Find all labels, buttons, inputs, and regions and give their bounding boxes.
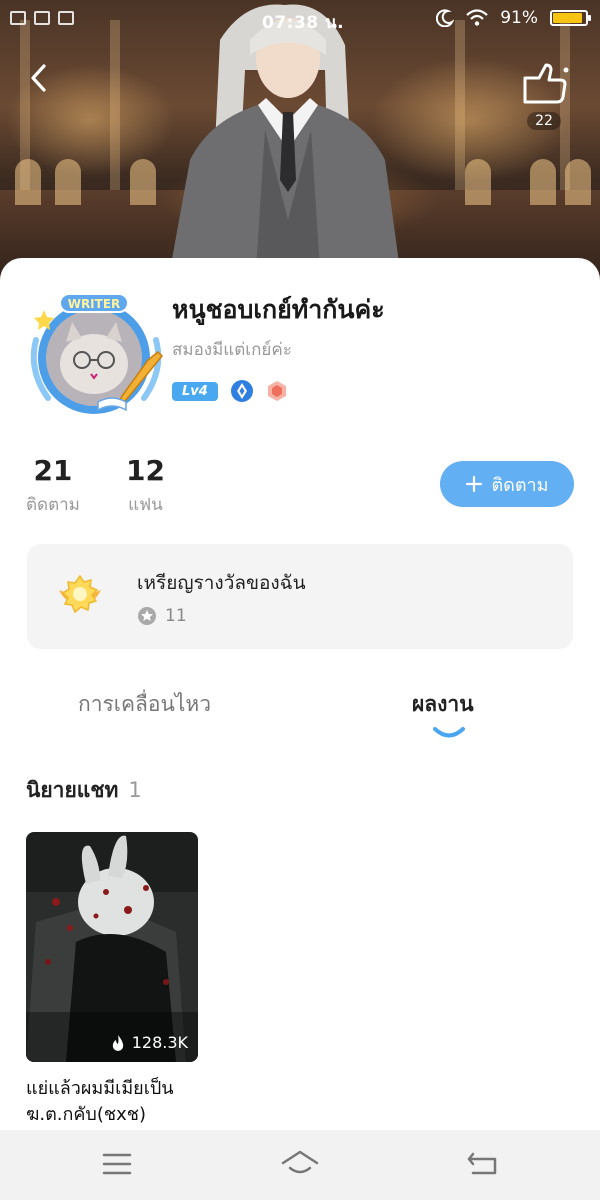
battery-percent: 91%: [500, 8, 538, 28]
fans-label: แฟน: [128, 495, 163, 515]
status-bar: 07:38 น. 91%: [0, 0, 600, 40]
medals-count-row: 11: [137, 606, 187, 626]
home-icon[interactable]: [280, 1146, 320, 1182]
following-stat[interactable]: 21 ติดตาม: [26, 454, 80, 518]
gem-badge-icon[interactable]: [266, 380, 288, 402]
avatar-writer-badge: WRITER: [68, 297, 121, 311]
avatar[interactable]: WRITER: [28, 290, 164, 420]
follow-button-label: ติดตาม: [491, 474, 549, 496]
back-arrow-icon: [31, 64, 46, 92]
profile-name: หนูชอบเกย์ทำกันค่ะ: [172, 295, 385, 324]
novel-views-count: 128.3K: [131, 1033, 188, 1052]
back-icon[interactable]: [463, 1146, 503, 1182]
lock-icon: [58, 11, 74, 25]
banner-character-illustration: [170, 4, 400, 270]
medals-count: 11: [165, 606, 187, 626]
wifi-icon: [466, 9, 488, 26]
medal-icon: [59, 574, 101, 614]
moon-icon: [436, 9, 455, 27]
tab-works[interactable]: ผลงาน: [412, 688, 474, 721]
battery-icon: [550, 10, 591, 26]
diamond-badge-icon[interactable]: [230, 379, 254, 403]
profile-banner: 07:38 น. 91% 22: [0, 0, 600, 300]
profile-card: WRITER หนูชอบเกย์ทำกันค่ะ สมองมีแต่เกย์ค…: [0, 258, 600, 1138]
status-time: 07:38 น.: [262, 13, 345, 33]
medals-title: เหรียญรางวัลของฉัน: [137, 572, 306, 594]
active-tab-indicator: [433, 727, 465, 738]
fans-stat[interactable]: 12 แฟน: [126, 454, 165, 518]
follow-button[interactable]: ติดตาม: [440, 461, 574, 507]
section-title: นิยายแชท: [26, 778, 119, 802]
fans-count: 12: [126, 454, 165, 487]
following-count: 21: [33, 454, 73, 487]
mail-icon: [34, 11, 50, 25]
system-navigation-bar: [0, 1130, 600, 1200]
medals-panel[interactable]: เหรียญรางวัลของฉัน 11: [27, 544, 573, 649]
novel-title[interactable]: แย่แล้วผมมีเมียเป็นฆ.ต.กคับ(ชxช): [26, 1076, 276, 1128]
section-count: 1: [128, 778, 142, 802]
level-badge[interactable]: Lv4: [172, 381, 218, 401]
profile-tabs: การเคลื่อนไหว ผลงาน: [0, 688, 600, 748]
menu-icon[interactable]: [97, 1146, 137, 1182]
novel-views: 128.3K: [110, 1033, 188, 1052]
section-header: นิยายแชท 1: [26, 774, 142, 807]
like-hand-icon: [523, 63, 569, 104]
status-right-icons: 91%: [436, 8, 591, 28]
profile-badges: Lv4: [172, 379, 288, 403]
novel-cover[interactable]: 128.3K: [26, 832, 198, 1062]
following-label: ติดตาม: [26, 495, 80, 515]
tab-activity[interactable]: การเคลื่อนไหว: [78, 688, 211, 721]
novel-cover-image: [26, 832, 198, 1062]
notification-icon: [10, 11, 26, 25]
fire-icon: [112, 1034, 123, 1051]
like-count: 22: [527, 112, 561, 130]
like-button[interactable]: 22: [516, 62, 572, 132]
back-button[interactable]: [22, 58, 62, 98]
status-left-icons: [10, 11, 74, 25]
plus-icon: [466, 475, 483, 493]
medal-count-icon: [138, 607, 156, 625]
profile-bio: สมองมีแต่เกย์ค่ะ: [172, 340, 292, 360]
